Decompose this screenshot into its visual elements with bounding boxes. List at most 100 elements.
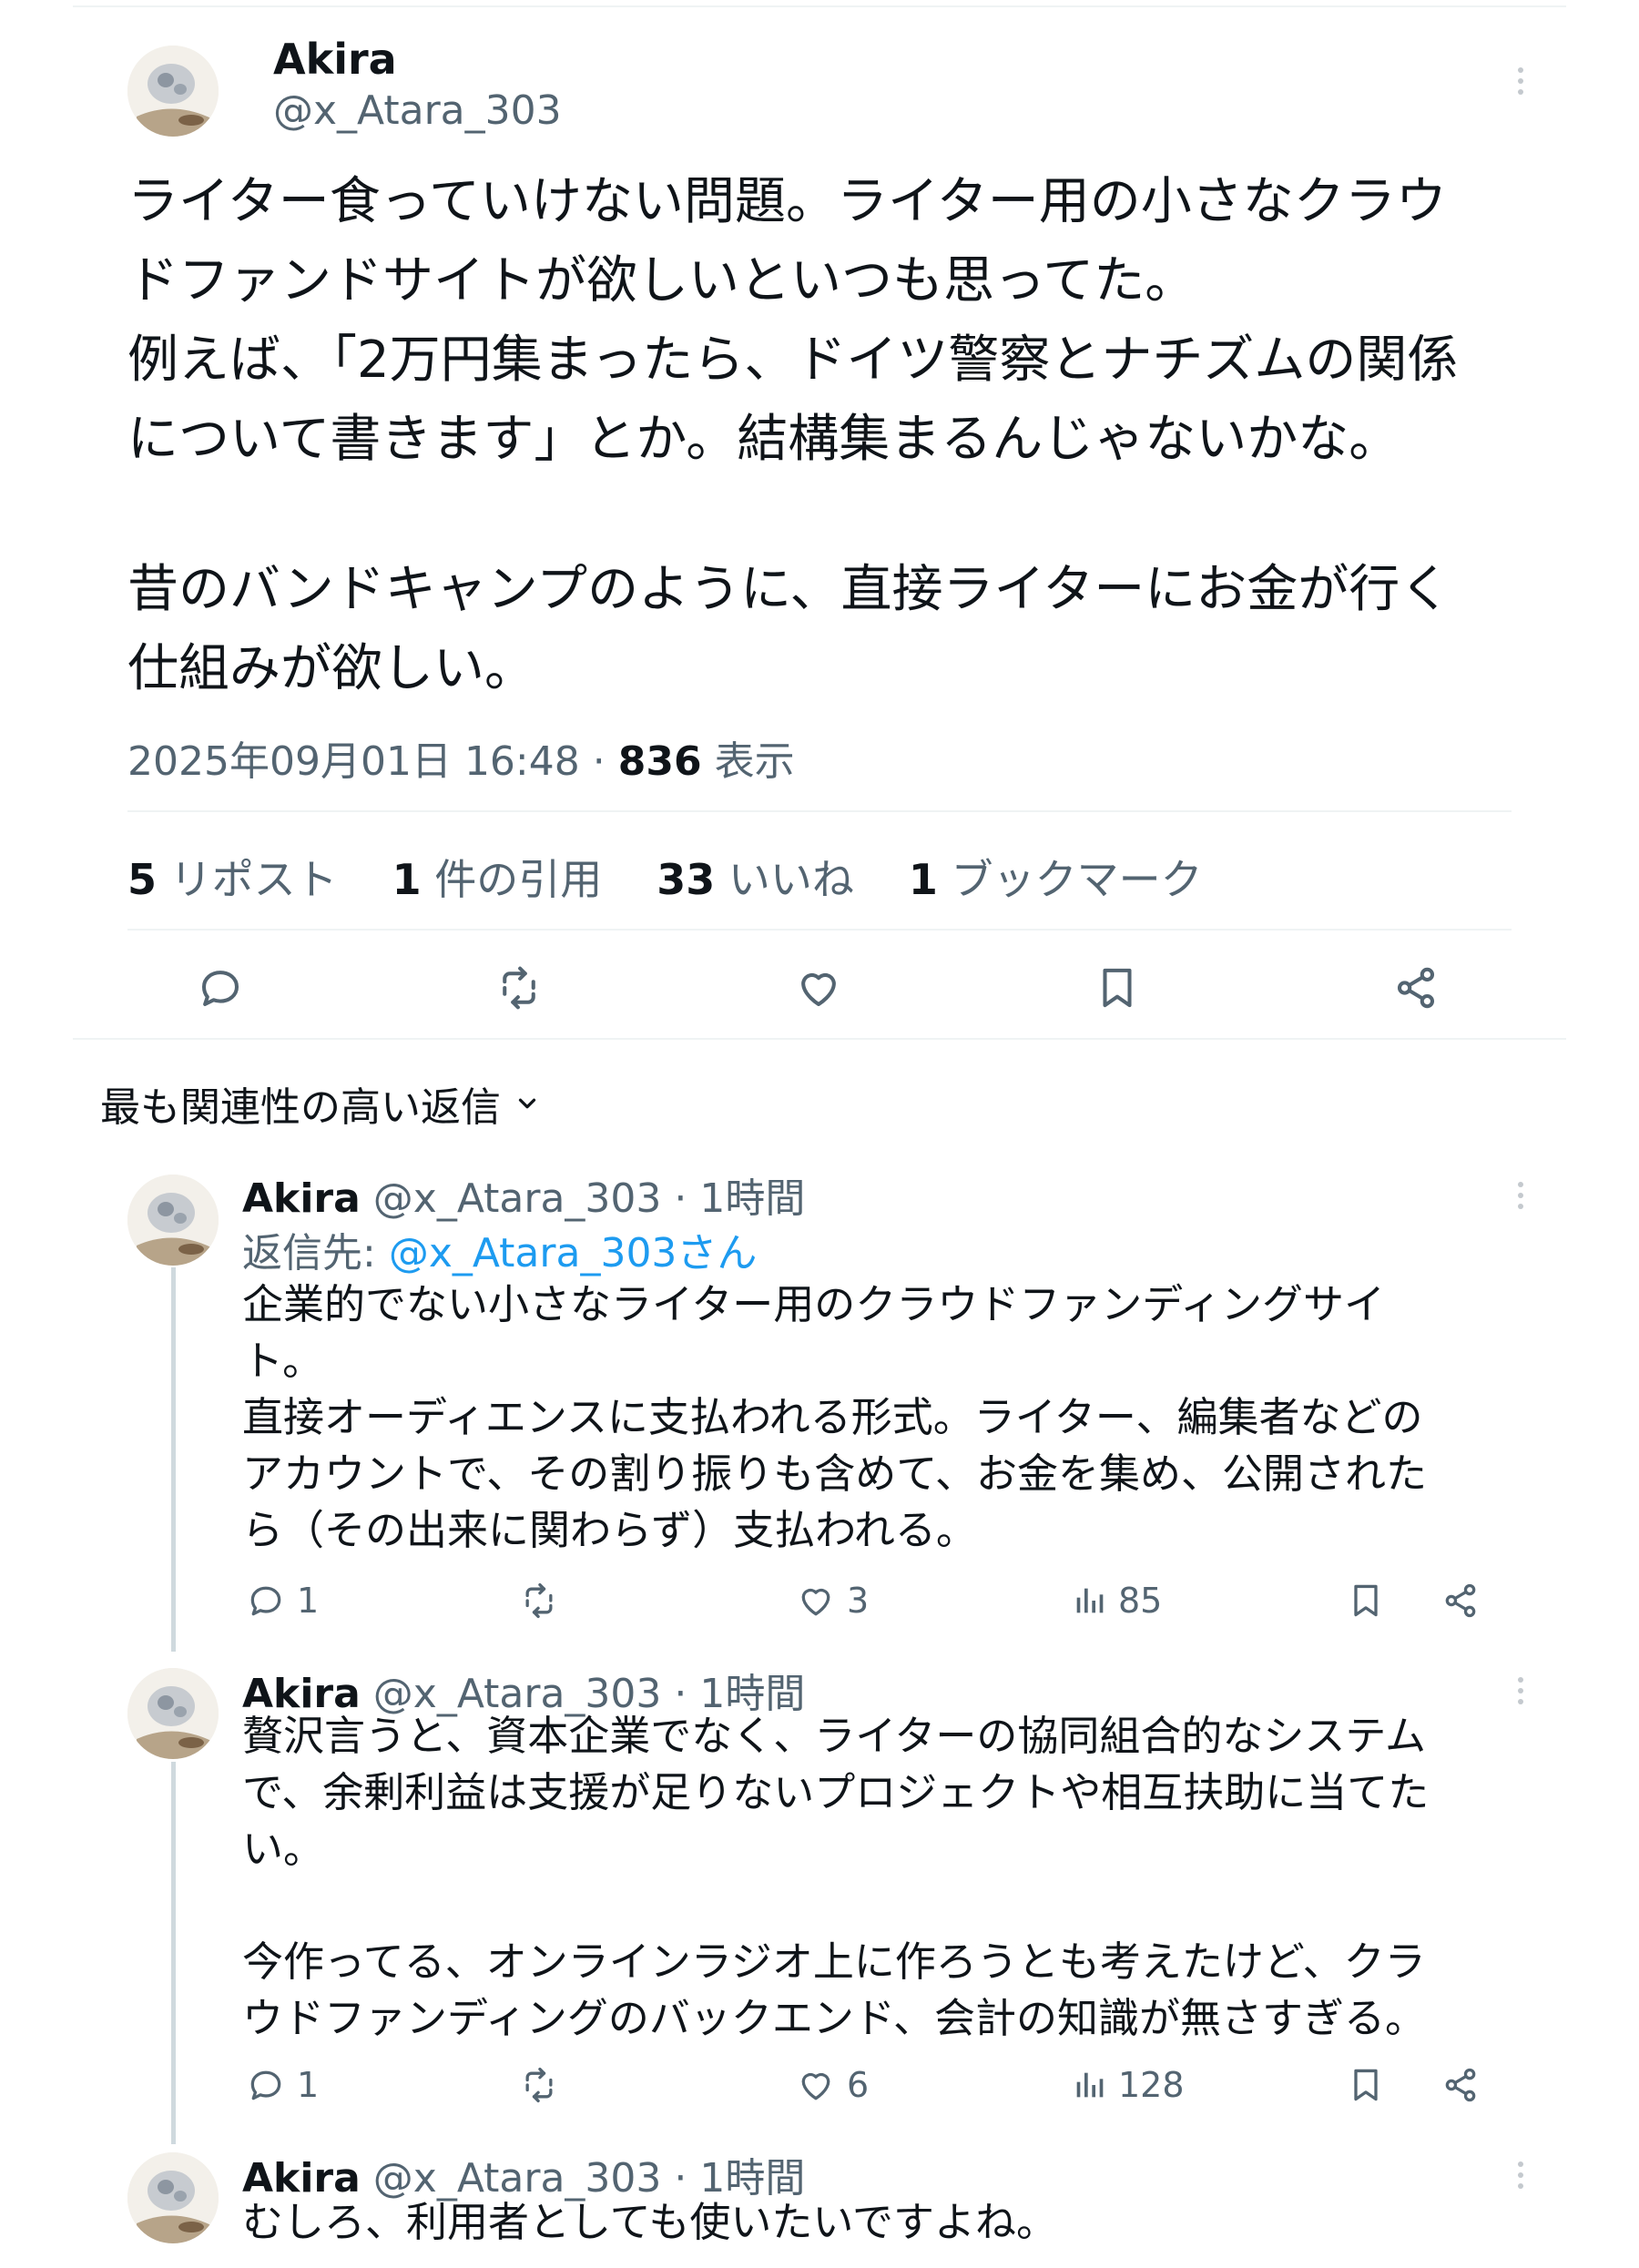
like-stat-label: いいね	[728, 855, 854, 904]
like-icon[interactable]	[794, 963, 843, 1012]
reply-line: 今作ってる、オンラインラジオ上に作ろうとも考えたけど、クラ	[242, 1937, 1426, 1986]
more-options-icon[interactable]	[1507, 2156, 1534, 2194]
post-line: について書きます」とか。結構集まるんじゃないかな。	[127, 410, 1400, 469]
bookmark-stat-label: ブックマーク	[951, 855, 1203, 904]
reply-count: 1	[297, 2065, 320, 2105]
reply-body: むしろ、利用者としても使いたいですよね。	[242, 2194, 1057, 2251]
quote-stat-label: 件の引用	[434, 855, 603, 904]
reply-sort-label: 最も関連性の高い返信	[100, 1084, 501, 1131]
repost-stat-label: リポスト	[169, 855, 338, 904]
bookmark-stat[interactable]: 1 ブックマーク	[909, 847, 1203, 907]
reply-line: アカウントで、その割り振りも含めて、お金を集め、公開された	[242, 1449, 1427, 1498]
avatar-image	[127, 1175, 219, 1266]
post-line: ライター食っていけない問題。ライター用の小さなクラウ	[127, 172, 1447, 231]
repost-icon	[525, 1582, 553, 1619]
share-action[interactable]	[1440, 1581, 1491, 1621]
reply-to: 返信先: @x_Atara_303さん	[242, 1220, 757, 1278]
reply-author-name[interactable]: Akira	[242, 1175, 361, 1222]
meta-separator: ·	[592, 738, 606, 785]
reply-action[interactable]: 1	[246, 1581, 319, 1621]
reply-body: 企業的でない小さなライター用のクラウドファンディングサイ ト。 直接オーディエン…	[242, 1276, 1427, 1559]
share-icon[interactable]	[1391, 963, 1440, 1012]
reply-to-handle[interactable]: @x_Atara_303さん	[389, 1230, 758, 1276]
views-action[interactable]: 85	[1071, 1581, 1162, 1621]
more-options-icon[interactable]	[1507, 62, 1534, 100]
author-handle[interactable]: @x_Atara_303	[273, 87, 562, 134]
thread-line	[171, 1267, 176, 1652]
post-body: ライター食っていけない問題。ライター用の小さなクラウ ドファンドサイトが欲しいと…	[127, 162, 1458, 708]
like-count: 6	[847, 2065, 870, 2105]
share-icon	[1445, 1583, 1476, 1618]
reply-line: で、余剰利益は支援が足りないプロジェクトや相互扶助に当てた	[242, 1768, 1430, 1816]
post-line	[127, 479, 1458, 550]
like-icon	[801, 2072, 830, 2100]
author-name[interactable]: Akira	[273, 35, 397, 84]
like-count: 3	[847, 1581, 870, 1621]
share-action[interactable]	[1440, 2065, 1491, 2105]
more-options-icon[interactable]	[1507, 1176, 1534, 1215]
bookmark-action[interactable]	[1346, 1581, 1397, 1621]
post-stats: 5 リポスト 1 件の引用 33 いいね 1 ブックマーク	[127, 847, 1203, 907]
view-count: 85	[1118, 1581, 1163, 1621]
timestamp[interactable]: 2025年09月01日 16:48	[127, 738, 580, 785]
reply-to-prefix: 返信先:	[242, 1230, 389, 1276]
avatar[interactable]	[127, 2152, 219, 2243]
reply-line: ウドファンディングのバックエンド、会計の知識が無さすぎる。	[242, 1994, 1427, 2042]
views-label: 表示	[714, 738, 795, 785]
avatar[interactable]	[127, 46, 219, 137]
like-icon	[801, 1588, 830, 1616]
more-options-icon[interactable]	[1507, 1672, 1534, 1710]
views-action[interactable]: 128	[1071, 2065, 1185, 2105]
chevron-down-icon	[514, 1090, 541, 1117]
bookmark-icon	[1354, 1584, 1378, 1617]
reply-icon[interactable]	[196, 963, 245, 1012]
reply-line: ト。	[242, 1337, 324, 1385]
avatar[interactable]	[127, 1175, 219, 1266]
post-meta: 2025年09月01日 16:48 · 836 表示	[127, 728, 795, 787]
bookmark-icon	[1354, 2069, 1378, 2101]
stats-top-divider	[127, 810, 1512, 812]
post-line: 仕組みが欲しい。	[127, 639, 535, 698]
reply-sort-selector[interactable]: 最も関連性の高い返信	[100, 1074, 541, 1133]
post-line: ドファンドサイトが欲しいといつも思ってた。	[127, 251, 1196, 310]
bookmark-stat-count: 1	[908, 855, 938, 904]
reply-line: い。	[242, 1825, 325, 1873]
reply-line: 贅沢言うと、資本企業でなく、ライターの協同組合的なシステム	[242, 1712, 1427, 1760]
reply-body: 贅沢言うと、資本企業でなく、ライターの協同組合的なシステム で、余剰利益は支援が…	[242, 1708, 1429, 2047]
quote-stat-count: 1	[392, 855, 422, 904]
post-line: 例えば、「2万円集まったら、ドイツ警察とナチズムの関係	[127, 331, 1459, 390]
repost-action[interactable]	[519, 2065, 570, 2105]
post-line: 昔のバンドキャンプのように、直接ライターにお金が行く	[127, 560, 1451, 619]
repost-icon[interactable]	[494, 963, 544, 1012]
reply-line: ら（その出来に関わらず）支払われる。	[242, 1506, 977, 1554]
avatar[interactable]	[127, 1668, 219, 1759]
bookmark-action[interactable]	[1346, 2065, 1397, 2105]
reply-time[interactable]: · 1時間	[674, 1175, 805, 1222]
analytics-icon	[1076, 2072, 1104, 2098]
like-action[interactable]: 3	[796, 1581, 869, 1621]
like-stat-count: 33	[657, 855, 716, 904]
like-action[interactable]: 6	[796, 2065, 869, 2105]
reply-action[interactable]: 1	[246, 2065, 319, 2105]
thread-line	[171, 1762, 176, 2144]
analytics-icon	[1076, 1588, 1104, 1613]
avatar-image	[127, 1668, 219, 1759]
like-stat[interactable]: 33 いいね	[657, 847, 854, 907]
reply-count: 1	[297, 1581, 320, 1621]
reply-line: 企業的でない小さなライター用のクラウドファンディングサイ	[242, 1280, 1386, 1328]
repost-stat-count: 5	[127, 855, 158, 904]
repost-action[interactable]	[519, 1581, 570, 1621]
stats-bottom-divider	[127, 929, 1512, 931]
quote-stat[interactable]: 1 件の引用	[392, 847, 603, 907]
reply-line: むしろ、利用者としても使いたいですよね。	[242, 2198, 1058, 2246]
reply-line	[242, 1877, 1429, 1934]
avatar-image	[127, 2152, 219, 2243]
views-count: 836	[617, 738, 702, 785]
actions-bottom-divider	[73, 1038, 1566, 1040]
repost-stat[interactable]: 5 リポスト	[127, 847, 338, 907]
repost-icon	[525, 2067, 553, 2103]
bookmark-icon[interactable]	[1093, 963, 1142, 1012]
reply-author-handle[interactable]: @x_Atara_303	[373, 1175, 662, 1222]
top-divider	[73, 5, 1566, 7]
reply-line: 直接オーディエンスに支払われる形式。ライター、編集者などの	[242, 1393, 1423, 1441]
